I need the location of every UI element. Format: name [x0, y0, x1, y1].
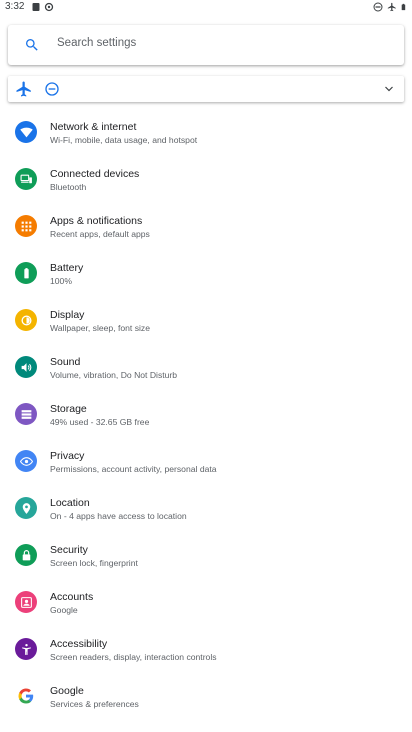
setting-subtitle: 49% used - 32.65 GB free	[50, 417, 150, 427]
setting-subtitle: Wallpaper, sleep, font size	[50, 323, 150, 333]
setting-display[interactable]: Display Wallpaper, sleep, font size	[0, 298, 412, 345]
setting-storage[interactable]: Storage 49% used - 32.65 GB free	[0, 392, 412, 439]
setting-title: Sound	[50, 356, 81, 368]
devices-icon	[15, 168, 37, 190]
setting-title: Connected devices	[50, 168, 140, 180]
setting-title: Location	[50, 497, 90, 509]
lock-icon	[15, 544, 37, 566]
setting-title: Google	[50, 685, 84, 697]
accessibility-icon	[15, 638, 37, 660]
status-time: 3:32	[5, 1, 25, 12]
brightness-icon	[15, 309, 37, 331]
search-icon	[26, 39, 38, 51]
search-bar[interactable]: Search settings	[8, 25, 404, 65]
setting-subtitle: Screen readers, display, interaction con…	[50, 652, 217, 662]
eye-icon	[15, 450, 37, 472]
setting-title: Network & internet	[50, 121, 137, 133]
setting-subtitle: Permissions, account activity, personal …	[50, 464, 217, 474]
setting-accessibility[interactable]: Accessibility Screen readers, display, i…	[0, 627, 412, 674]
apps-icon	[15, 215, 37, 237]
setting-subtitle: On - 4 apps have access to location	[50, 511, 187, 521]
setting-google[interactable]: Google Services & preferences	[0, 674, 412, 721]
status-bar: 3:32	[0, 0, 412, 16]
setting-sound[interactable]: Sound Volume, vibration, Do Not Disturb	[0, 345, 412, 392]
conditions-bar[interactable]	[8, 76, 404, 102]
media-icon	[32, 3, 40, 11]
setting-accounts[interactable]: Accounts Google	[0, 580, 412, 627]
account-icon	[15, 591, 37, 613]
airplane-mode-icon[interactable]	[15, 80, 33, 98]
setting-apps[interactable]: Apps & notifications Recent apps, defaul…	[0, 204, 412, 251]
setting-subtitle: Screen lock, fingerprint	[50, 558, 138, 568]
setting-subtitle: Google	[50, 605, 78, 615]
status-left-icons	[31, 2, 54, 12]
status-right-icons	[373, 2, 408, 12]
do-not-disturb-icon[interactable]	[44, 81, 60, 97]
setting-title: Display	[50, 309, 85, 321]
location-icon	[15, 497, 37, 519]
setting-subtitle: Recent apps, default apps	[50, 229, 150, 239]
setting-subtitle: 100%	[50, 276, 72, 286]
setting-subtitle: Wi-Fi, mobile, data usage, and hotspot	[50, 135, 198, 145]
setting-title: Apps & notifications	[50, 215, 143, 227]
setting-title: Privacy	[50, 450, 85, 462]
battery-icon	[15, 262, 37, 284]
setting-privacy[interactable]: Privacy Permissions, account activity, p…	[0, 439, 412, 486]
dnd-status-icon	[373, 2, 383, 12]
setting-title: Storage	[50, 403, 87, 415]
search-input[interactable]: Search settings	[57, 37, 136, 49]
setting-location[interactable]: Location On - 4 apps have access to loca…	[0, 486, 412, 533]
airplane-status-icon	[387, 2, 396, 12]
setting-network[interactable]: Network & internet Wi-Fi, mobile, data u…	[0, 110, 412, 157]
setting-battery[interactable]: Battery 100%	[0, 251, 412, 298]
setting-title: Security	[50, 544, 88, 556]
wifi-icon	[15, 121, 37, 143]
setting-subtitle: Services & preferences	[50, 699, 139, 709]
setting-connected-devices[interactable]: Connected devices Bluetooth	[0, 157, 412, 204]
volume-icon	[15, 356, 37, 378]
expand-icon[interactable]	[382, 83, 396, 95]
google-icon	[15, 685, 37, 707]
setting-title: Accounts	[50, 591, 94, 603]
storage-icon	[15, 403, 37, 425]
battery-icon	[401, 3, 406, 11]
sync-icon	[44, 2, 54, 12]
setting-subtitle: Bluetooth	[50, 182, 87, 192]
setting-title: Battery	[50, 262, 84, 274]
setting-title: Accessibility	[50, 638, 108, 650]
setting-subtitle: Volume, vibration, Do Not Disturb	[50, 370, 178, 380]
setting-security[interactable]: Security Screen lock, fingerprint	[0, 533, 412, 580]
